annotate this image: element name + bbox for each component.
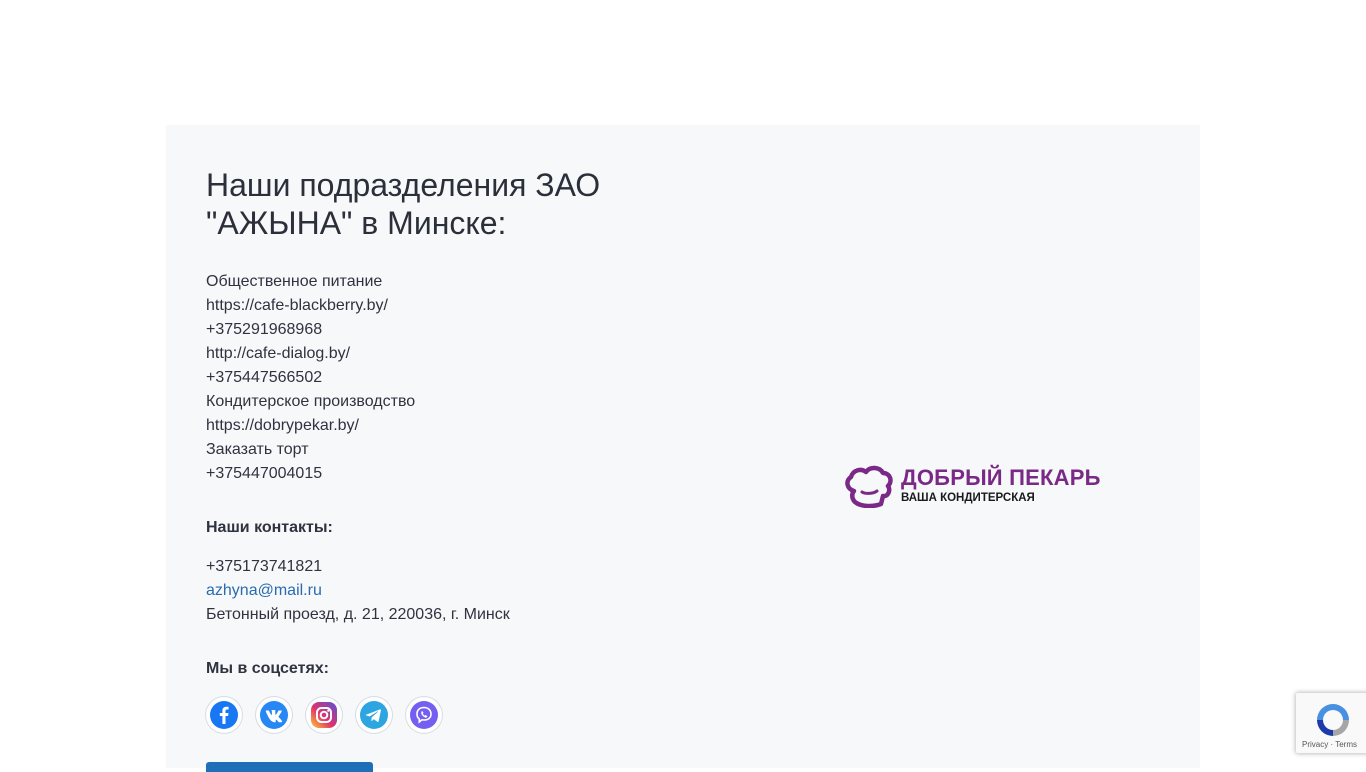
contact-phone[interactable]: +375173741821 — [206, 555, 510, 579]
division-phone[interactable]: +375447004015 — [206, 462, 415, 486]
chef-hat-icon — [845, 465, 893, 508]
divisions-list: Общественное питание https://cafe-blackb… — [206, 270, 415, 486]
vk-icon — [260, 701, 288, 729]
facebook-link[interactable] — [206, 697, 242, 733]
recaptcha-terms-link[interactable]: Terms — [1335, 740, 1357, 749]
division-line: Кондитерское производство — [206, 393, 416, 410]
logo-name: ДОБРЫЙ ПЕКАРЬ — [901, 464, 1101, 490]
division-link[interactable]: https://cafe-blackberry.by/ — [206, 294, 415, 318]
instagram-link[interactable] — [306, 697, 342, 733]
telegram-link[interactable] — [356, 697, 392, 733]
division-link[interactable]: https://dobrypekar.by/ — [206, 414, 415, 438]
recaptcha-privacy-link[interactable]: Privacy — [1302, 740, 1328, 749]
contact-email-link[interactable]: azhyna@mail.ru — [206, 582, 322, 599]
division-link[interactable]: http://cafe-dialog.by/ — [206, 342, 415, 366]
instagram-icon — [311, 702, 337, 728]
contact-address: Бетонный проезд, д. 21, 220036, г. Минск — [206, 606, 510, 623]
viber-link[interactable] — [406, 697, 442, 733]
page-title: Наши подразделения ЗАО "АЖЫНА" в Минске: — [206, 167, 601, 241]
social-links — [206, 697, 442, 733]
telegram-icon — [360, 701, 388, 729]
logo-tagline: ВАША КОНДИТЕРСКАЯ — [901, 491, 1035, 504]
recaptcha-separator: · — [1330, 740, 1334, 749]
facebook-icon — [210, 701, 238, 729]
social-heading: Мы в соцсетях: — [206, 660, 329, 677]
viber-icon — [410, 701, 438, 729]
action-button[interactable] — [206, 762, 373, 772]
division-phone[interactable]: +375291968968 — [206, 318, 415, 342]
division-line: Заказать торт — [206, 441, 309, 458]
recaptcha-icon — [1317, 704, 1349, 736]
contacts-block: +375173741821 azhyna@mail.ru Бетонный пр… — [206, 555, 510, 627]
dobry-pekar-logo[interactable]: ДОБРЫЙ ПЕКАРЬ ВАША КОНДИТЕРСКАЯ — [843, 462, 1101, 508]
division-line: Общественное питание — [206, 273, 383, 290]
vk-link[interactable] — [256, 697, 292, 733]
recaptcha-badge[interactable]: Privacy · Terms — [1296, 693, 1366, 753]
contacts-heading: Наши контакты: — [206, 519, 333, 536]
division-phone[interactable]: +375447566502 — [206, 366, 415, 390]
